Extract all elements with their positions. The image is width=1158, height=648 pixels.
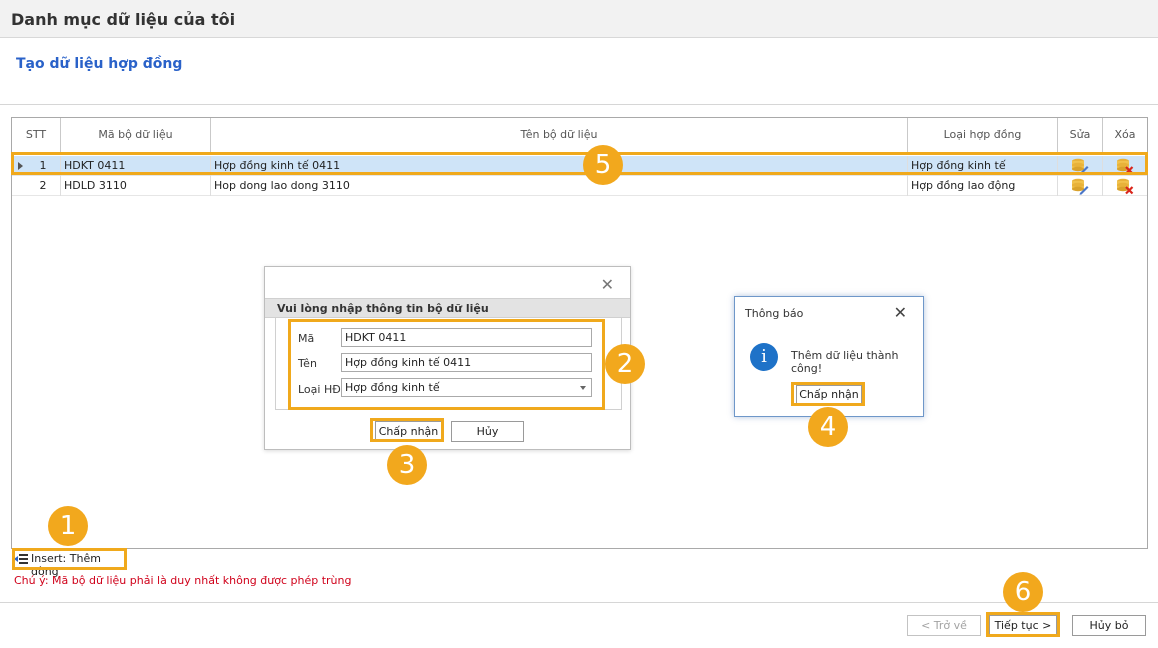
edit-pencil-icon[interactable] xyxy=(1071,177,1089,195)
cell-edit xyxy=(1058,176,1103,196)
callout-badge-3: 3 xyxy=(387,445,427,485)
cell-delete xyxy=(1103,176,1147,196)
back-button[interactable]: < Trở về xyxy=(907,615,981,636)
page-subtitle: Tạo dữ liệu hợp đồng xyxy=(16,56,183,72)
column-header-name[interactable]: Tên bộ dữ liệu xyxy=(211,118,908,152)
message-text: Thêm dữ liệu thành công! xyxy=(791,349,899,375)
input-dialog-title: Vui lòng nhập thông tin bộ dữ liệu xyxy=(277,302,489,315)
info-icon: i xyxy=(750,343,778,371)
delete-x-icon[interactable] xyxy=(1116,177,1134,195)
cell-name[interactable]: Hop dong lao dong 3110 xyxy=(211,176,908,196)
grid-header: STT Mã bộ dữ liệu Tên bộ dữ liệu Loại hợ… xyxy=(12,118,1147,153)
cell-code[interactable]: HDLD 3110 xyxy=(61,176,211,196)
column-header-code[interactable]: Mã bộ dữ liệu xyxy=(61,118,211,152)
column-header-edit[interactable]: Sửa xyxy=(1058,118,1103,152)
column-header-delete[interactable]: Xóa xyxy=(1103,118,1147,152)
close-icon[interactable]: ✕ xyxy=(601,275,614,294)
highlight-dialog-ok xyxy=(370,418,444,442)
cell-stt: 2 xyxy=(26,176,61,196)
callout-badge-5: 5 xyxy=(583,145,623,185)
close-icon[interactable]: ✕ xyxy=(894,303,907,322)
dialog-cancel-button[interactable]: Hủy xyxy=(451,421,524,442)
cell-type[interactable]: Hợp đồng lao động xyxy=(908,176,1058,196)
callout-badge-6: 6 xyxy=(1003,572,1043,612)
uniqueness-note: Chú ý: Mã bộ dữ liệu phải là duy nhất kh… xyxy=(14,574,352,587)
divider xyxy=(0,104,1158,105)
input-dialog-header: Vui lòng nhập thông tin bộ dữ liệu xyxy=(265,298,630,318)
table-row[interactable]: 2 HDLD 3110 Hop dong lao dong 3110 Hợp đ… xyxy=(12,176,1147,196)
cancel-all-button[interactable]: Hủy bỏ xyxy=(1072,615,1146,636)
callout-badge-1: 1 xyxy=(48,506,88,546)
window-title: Danh mục dữ liệu của tôi xyxy=(11,10,236,29)
highlight-new-row xyxy=(11,152,1148,175)
title-bar: Danh mục dữ liệu của tôi xyxy=(0,0,1158,38)
callout-badge-2: 2 xyxy=(605,344,645,384)
column-header-type[interactable]: Loại hợp đồng xyxy=(908,118,1058,152)
highlight-input-fields xyxy=(288,319,605,410)
highlight-message-ok xyxy=(791,382,865,406)
column-header-stt[interactable]: STT xyxy=(12,118,61,152)
divider xyxy=(0,602,1158,603)
callout-badge-4: 4 xyxy=(808,407,848,447)
highlight-insert-row xyxy=(12,548,127,570)
message-dialog-title: Thông báo xyxy=(745,307,804,320)
highlight-next xyxy=(986,612,1060,637)
